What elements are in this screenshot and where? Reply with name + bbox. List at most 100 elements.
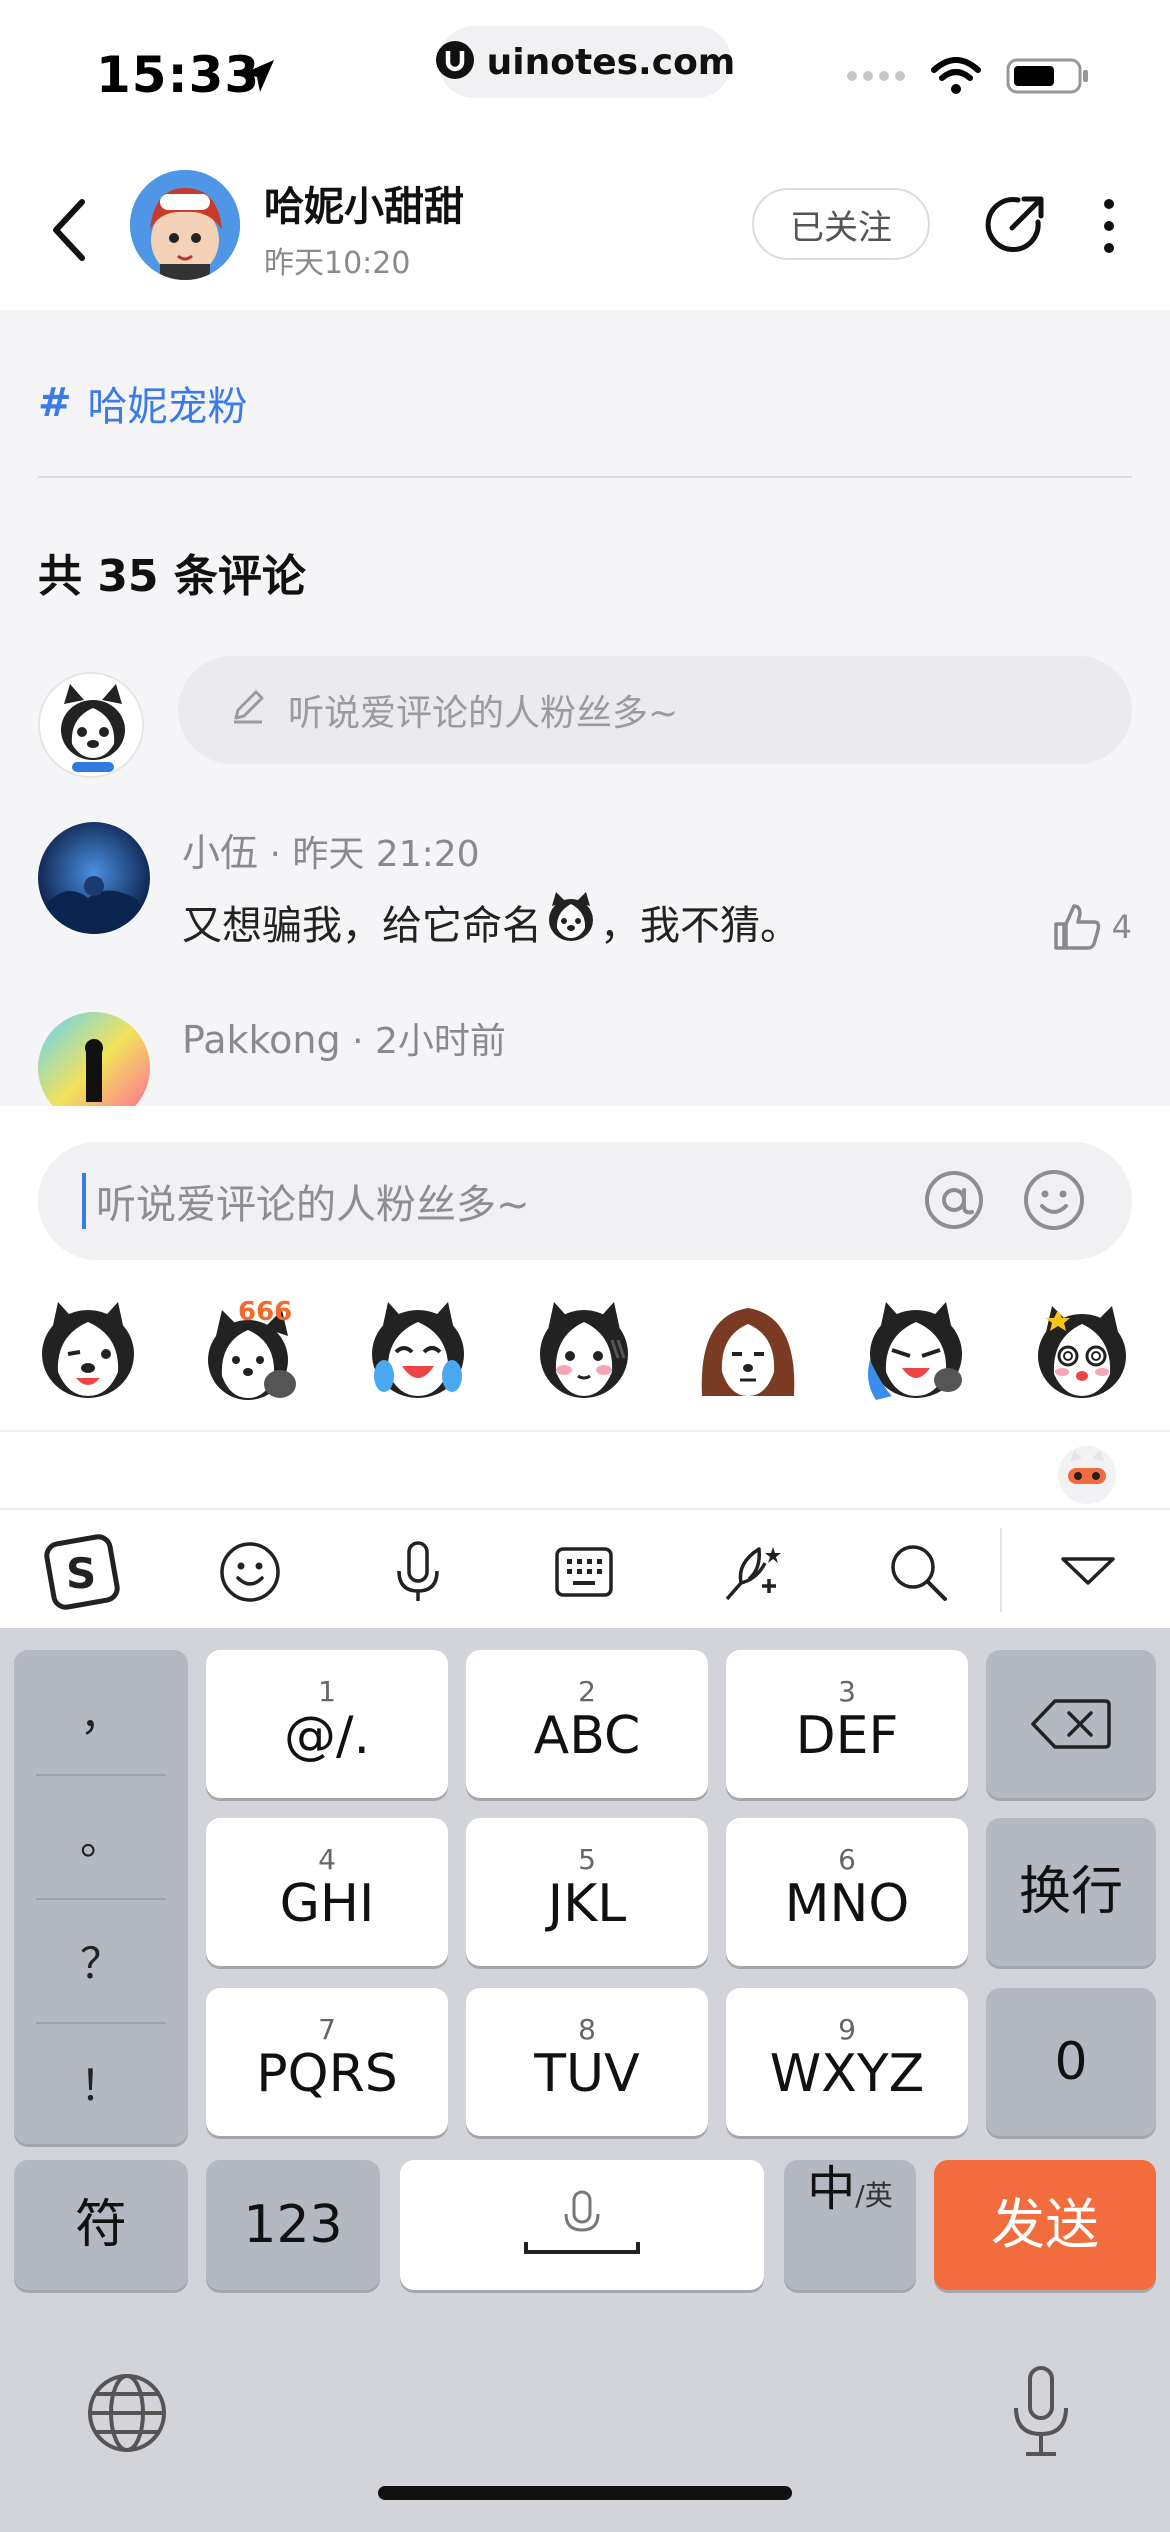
follow-button[interactable]: 已关注: [752, 188, 930, 260]
shy-husky-sticker[interactable]: [530, 1296, 638, 1404]
laugh-cry-husky-sticker[interactable]: [364, 1296, 472, 1404]
key-label: DEF: [795, 1706, 899, 1766]
key-number: 3: [838, 1675, 856, 1708]
666-husky-sticker[interactable]: 666: [198, 1296, 306, 1404]
commenter-avatar[interactable]: [38, 1012, 150, 1106]
status-bar: 15:33 uinotes.com: [0, 0, 1170, 150]
numbers-key[interactable]: 123: [206, 2160, 380, 2290]
dictation-button[interactable]: [1006, 2364, 1076, 2460]
key-sublabel: /英: [855, 2179, 893, 2212]
backspace-key[interactable]: [986, 1650, 1156, 1798]
topic-tag[interactable]: # 哈妮宠粉: [38, 374, 248, 432]
key-label: WXYZ: [769, 2044, 925, 2104]
home-indicator[interactable]: [378, 2486, 792, 2500]
kb-layout-button[interactable]: [546, 1534, 622, 1610]
key-label: 发送: [991, 2193, 1099, 2256]
kb-collapse-button[interactable]: [1050, 1534, 1126, 1610]
key-label: MNO: [784, 1874, 910, 1934]
url-pill[interactable]: uinotes.com: [435, 26, 735, 98]
pencil-icon: [228, 686, 268, 735]
like-count: 4: [1111, 908, 1132, 946]
dizzy-husky-sticker[interactable]: [1028, 1296, 1136, 1404]
comment-input[interactable]: 听说爱评论的人粉丝多~: [178, 656, 1132, 764]
divider: [38, 476, 1132, 478]
key-7[interactable]: 7 PQRS: [206, 1988, 448, 2136]
key-4[interactable]: 4 GHI: [206, 1818, 448, 1966]
commenter-name[interactable]: Pakkong: [182, 1018, 341, 1062]
hair-husky-sticker[interactable]: [694, 1296, 802, 1404]
key-1[interactable]: 1 @/.: [206, 1650, 448, 1798]
author-name[interactable]: 哈妮小甜甜: [264, 174, 464, 232]
post-time: 昨天10:20: [264, 246, 411, 281]
text-caret: [82, 1173, 86, 1229]
key-comma[interactable]: ，: [14, 1650, 188, 1774]
kb-handwriting-button[interactable]: [714, 1534, 790, 1610]
comment-text: 又想骗我，给它命名 ，我不猜。: [182, 888, 800, 956]
key-9[interactable]: 9 WXYZ: [726, 1988, 968, 2136]
kb-search-button[interactable]: [880, 1534, 956, 1610]
commenter-name[interactable]: 小伍: [182, 831, 258, 875]
send-button[interactable]: 发送: [934, 2160, 1156, 2290]
key-number: 5: [578, 1843, 596, 1876]
back-button[interactable]: [40, 194, 100, 266]
microphone-icon: [397, 1541, 439, 1601]
microphone-icon: [1014, 2366, 1068, 2456]
like-button[interactable]: 4: [1050, 900, 1132, 954]
sogou-logo-button[interactable]: S: [44, 1534, 120, 1610]
chevron-down-icon: [1061, 1557, 1115, 1585]
backspace-icon: [1031, 1699, 1111, 1749]
reply-input[interactable]: 听说爱评论的人粉丝多~: [38, 1142, 1132, 1260]
battery-icon: [1006, 56, 1090, 100]
kb-emoji-button[interactable]: [212, 1534, 288, 1610]
back-arrow-icon: [53, 199, 85, 261]
post-content: # 哈妮宠粉 共 35 条评论 听说爱评论的人粉丝多~ 小伍 · 昨天 21:2…: [0, 310, 1170, 1106]
space-key[interactable]: [400, 2160, 764, 2290]
keyboard-toolbar: S: [0, 1508, 1170, 1628]
post-header: 哈妮小甜甜 昨天10:20 已关注: [0, 150, 1170, 310]
comment-input-placeholder: 听说爱评论的人粉丝多~: [288, 693, 679, 734]
newline-key[interactable]: 换行: [986, 1818, 1156, 1966]
ime-mascot-icon[interactable]: [1056, 1444, 1118, 1506]
comment-item: 小伍 · 昨天 21:20 又想骗我，给它命名 ，我不猜。 4: [38, 822, 1132, 950]
mention-button[interactable]: [922, 1168, 986, 1232]
svg-text:S: S: [66, 1549, 96, 1598]
key-3[interactable]: 3 DEF: [726, 1650, 968, 1798]
quill-icon: [725, 1547, 781, 1601]
key-8[interactable]: 8 TUV: [466, 1988, 708, 2136]
key-number: 7: [318, 2013, 336, 2046]
crying-husky-sticker[interactable]: [862, 1296, 970, 1404]
key-label: 换行: [1018, 1862, 1123, 1922]
key-label: 符: [74, 2195, 127, 2255]
globe-icon: [88, 2374, 166, 2452]
key-label: PQRS: [256, 2044, 398, 2104]
emoji-button[interactable]: [1022, 1168, 1086, 1232]
key-0[interactable]: 0: [986, 1988, 1156, 2136]
comment-meta: 小伍 · 昨天 21:20: [182, 822, 480, 877]
wink-husky-sticker[interactable]: [34, 1296, 142, 1404]
key-number: 2: [578, 1675, 596, 1708]
key-label: TUV: [534, 2044, 640, 2104]
key-5[interactable]: 5 JKL: [466, 1818, 708, 1966]
key-6[interactable]: 6 MNO: [726, 1818, 968, 1966]
globe-button[interactable]: [84, 2370, 170, 2456]
key-exclaim[interactable]: ！: [14, 2020, 188, 2144]
more-button[interactable]: [1092, 196, 1126, 256]
key-period[interactable]: 。: [14, 1774, 188, 1898]
search-icon: [891, 1545, 947, 1601]
key-question[interactable]: ？: [14, 1898, 188, 2022]
symbol-key[interactable]: 符: [14, 2160, 188, 2290]
url-text: uinotes.com: [486, 41, 736, 83]
commenter-avatar[interactable]: [38, 822, 150, 934]
language-switch-key[interactable]: 中 /英: [784, 2160, 916, 2290]
share-button[interactable]: [982, 192, 1048, 258]
smiley-icon: [1024, 1170, 1084, 1230]
key-2[interactable]: 2 ABC: [466, 1650, 708, 1798]
status-time: 15:33: [96, 46, 261, 104]
status-indicators: [846, 56, 1090, 100]
comment-item: Pakkong · 2小时前: [38, 1012, 1132, 1106]
kb-voice-button[interactable]: [380, 1534, 456, 1610]
space-mic-icon: [524, 2190, 640, 2254]
location-arrow-icon: [238, 56, 278, 100]
author-avatar[interactable]: [130, 170, 240, 280]
more-dots-icon: [1104, 199, 1114, 253]
